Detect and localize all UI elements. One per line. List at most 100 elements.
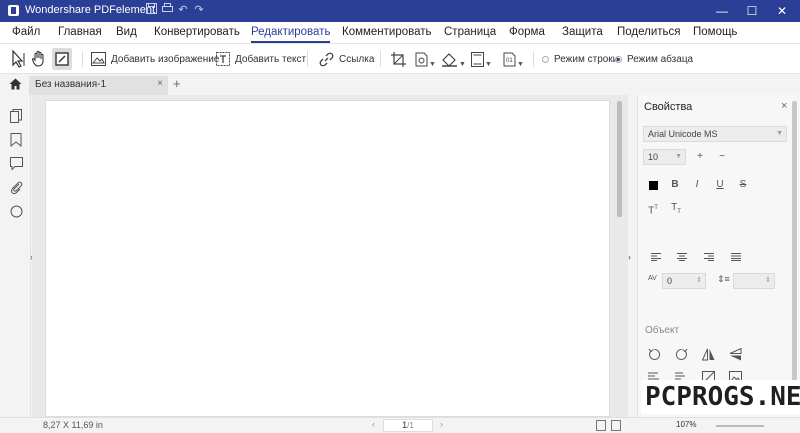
single-page-view-icon[interactable] <box>596 420 606 431</box>
flip-vertical-icon[interactable] <box>729 347 742 364</box>
redo-icon[interactable]: ↷ <box>192 3 206 17</box>
page-number-input[interactable]: 1/1 <box>383 419 433 432</box>
thumbnails-icon[interactable] <box>10 109 23 123</box>
font-size-select[interactable]: 10 ▼ <box>643 149 686 165</box>
chevron-down-icon: ▼ <box>675 153 682 160</box>
search-icon[interactable] <box>10 205 23 218</box>
bates-number-button[interactable]: 01 ▼ <box>503 49 524 69</box>
menu-form[interactable]: Форма <box>509 26 545 38</box>
edit-tool-button[interactable] <box>52 48 72 70</box>
pdf-page[interactable] <box>45 100 610 417</box>
menu-protect[interactable]: Защита <box>562 26 603 38</box>
page-dimensions: 8,27 X 11,69 in <box>43 420 103 430</box>
menu-share[interactable]: Поделиться <box>617 26 681 38</box>
underline-button[interactable]: U <box>713 178 727 192</box>
add-text-label: Добавить текст <box>235 53 307 65</box>
menu-edit[interactable]: Редактировать <box>251 26 331 43</box>
bookmark-icon[interactable] <box>10 133 23 148</box>
continuous-view-icon[interactable] <box>611 420 621 431</box>
watermark-button[interactable]: ▼ <box>415 49 436 69</box>
left-sidebar <box>0 95 31 417</box>
line-spacing-icon: ⇕≡ <box>717 274 730 284</box>
maximize-button[interactable]: ☐ <box>737 0 767 22</box>
zoom-level[interactable]: 107% <box>676 420 696 429</box>
prev-page-icon[interactable]: ‹ <box>372 419 375 429</box>
align-justify-icon[interactable] <box>731 252 741 264</box>
bold-button[interactable]: B <box>668 178 682 192</box>
rotate-left-icon[interactable] <box>648 348 661 364</box>
align-center-icon[interactable] <box>677 252 687 264</box>
text-color-swatch[interactable] <box>649 181 658 190</box>
hand-icon <box>31 50 44 67</box>
watermark-logo: PCPROGS.NET <box>641 380 800 414</box>
increase-font-button[interactable]: + <box>693 150 707 164</box>
paragraph-mode-radio[interactable]: Режим абзаца <box>615 49 693 69</box>
close-tab-icon[interactable]: × <box>157 78 163 89</box>
save-icon[interactable] <box>144 3 158 17</box>
toolbar-divider <box>82 51 83 67</box>
toolbar-divider <box>533 51 534 67</box>
rotate-right-icon[interactable] <box>675 348 688 364</box>
menu-help[interactable]: Помощь <box>693 26 737 38</box>
background-button[interactable]: ▼ <box>441 49 466 69</box>
comment-icon[interactable] <box>10 157 23 171</box>
hand-tool-button[interactable] <box>31 49 47 69</box>
menu-bar: Файл Главная Вид Конвертировать Редактир… <box>0 22 800 44</box>
fill-bucket-icon <box>442 52 457 67</box>
numbered-page-icon: 01 <box>503 52 516 66</box>
character-spacing-input[interactable]: 0 ⇕ <box>662 273 706 289</box>
font-family-select[interactable]: Arial Unicode MS ▼ <box>643 126 787 142</box>
toolbar-divider <box>380 51 381 67</box>
menu-view[interactable]: Вид <box>116 26 137 38</box>
crop-button[interactable] <box>391 49 406 69</box>
add-text-button[interactable]: Добавить текст <box>216 49 306 69</box>
paragraph-mode-label: Режим абзаца <box>627 53 694 65</box>
header-footer-button[interactable]: ▼ <box>471 49 492 69</box>
header-footer-icon <box>471 51 484 67</box>
print-icon[interactable] <box>160 3 174 17</box>
chevron-down-icon: ▼ <box>776 130 783 137</box>
subscript-button[interactable]: TT <box>669 201 683 215</box>
cursor-icon <box>12 50 25 68</box>
properties-scrollbar[interactable] <box>792 101 797 381</box>
close-properties-icon[interactable]: × <box>781 100 787 112</box>
attachment-icon[interactable] <box>10 181 23 195</box>
align-right-icon[interactable] <box>704 252 714 264</box>
superscript-button[interactable]: TT <box>646 201 660 216</box>
link-icon <box>319 52 334 66</box>
collapse-panel-arrow-icon[interactable]: › <box>628 252 631 262</box>
menu-comment[interactable]: Комментировать <box>342 26 432 38</box>
vertical-scrollbar[interactable] <box>617 101 622 217</box>
next-page-icon[interactable]: › <box>440 419 443 429</box>
line-spacing-input[interactable]: ⇕ <box>733 273 775 289</box>
home-icon[interactable] <box>9 78 22 93</box>
select-tool-button[interactable] <box>10 49 26 69</box>
undo-icon[interactable]: ↶ <box>176 3 190 17</box>
document-tab-title: Без названия-1 <box>35 79 107 90</box>
flip-horizontal-icon[interactable] <box>701 348 715 364</box>
font-family-value: Arial Unicode MS <box>648 129 718 139</box>
add-image-button[interactable]: Добавить изображение <box>91 49 219 69</box>
properties-title: Свойства <box>644 101 693 113</box>
menu-home[interactable]: Главная <box>58 26 102 38</box>
stepper-icon: ⇕ <box>765 277 771 284</box>
image-icon <box>91 52 106 66</box>
new-tab-button[interactable]: + <box>173 76 181 91</box>
strikethrough-button[interactable]: S <box>736 178 750 192</box>
link-button[interactable]: Ссылка <box>319 49 374 69</box>
document-tab[interactable]: Без названия-1 × <box>29 76 168 95</box>
font-size-value: 10 <box>648 152 659 162</box>
menu-convert[interactable]: Конвертировать <box>154 26 240 38</box>
align-left-icon[interactable] <box>651 252 661 264</box>
zoom-slider[interactable] <box>716 425 764 427</box>
italic-button[interactable]: I <box>690 178 704 192</box>
menu-file[interactable]: Файл <box>12 26 40 38</box>
close-window-button[interactable]: ✕ <box>767 0 797 22</box>
minimize-button[interactable]: — <box>707 0 737 22</box>
character-spacing-icon: AV <box>648 275 657 282</box>
decrease-font-button[interactable]: − <box>715 150 729 164</box>
link-label: Ссылка <box>339 53 375 65</box>
character-spacing-value: 0 <box>667 276 673 286</box>
line-mode-radio[interactable]: Режим строки <box>542 49 618 69</box>
menu-page[interactable]: Страница <box>444 26 496 38</box>
